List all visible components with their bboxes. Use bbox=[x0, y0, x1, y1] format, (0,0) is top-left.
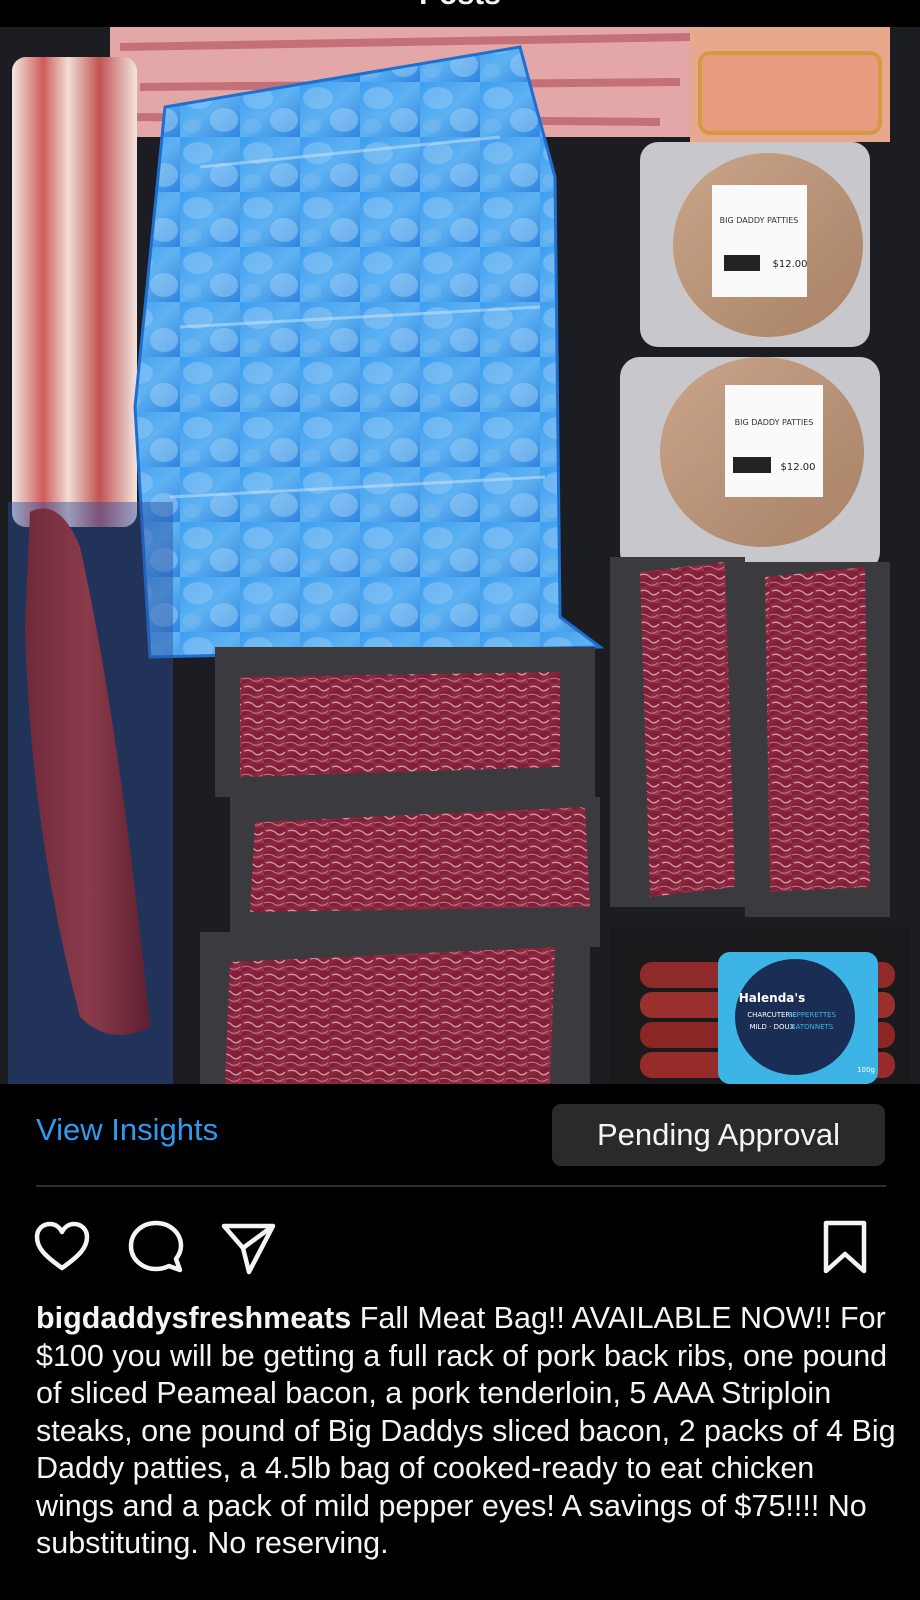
post-action-bar bbox=[0, 1210, 920, 1280]
pepperette-line4: BATONNETS bbox=[791, 1023, 834, 1031]
pepperette-package: Halenda's CHARCUTERIE MILD · DOUX PEPPER… bbox=[610, 927, 910, 1084]
post-caption: bigdaddysfreshmeats Fall Meat Bag!! AVAI… bbox=[36, 1300, 896, 1563]
patty-package: BIG DADDY PATTIES $12.00 bbox=[640, 142, 870, 347]
pending-approval-button[interactable]: Pending Approval bbox=[552, 1104, 885, 1166]
caption-text: Fall Meat Bag!! AVAILABLE NOW!! For $100… bbox=[36, 1301, 896, 1560]
divider bbox=[36, 1185, 886, 1187]
pepperette-line2: MILD · DOUX bbox=[750, 1023, 795, 1031]
pepperette-weight: 100g bbox=[857, 1066, 875, 1074]
patty-label-price: $12.00 bbox=[773, 259, 808, 270]
patty-label-brand: BIG DADDY PATTIES bbox=[735, 418, 814, 427]
post-photo[interactable]: BIG DADDY PATTIES $12.00 BIG DADDY PATTI… bbox=[0, 27, 920, 1084]
paper-plane-icon[interactable] bbox=[219, 1218, 277, 1276]
heart-icon[interactable] bbox=[33, 1218, 91, 1276]
patty-package: BIG DADDY PATTIES $12.00 bbox=[620, 357, 880, 572]
patty-label-brand: BIG DADDY PATTIES bbox=[720, 216, 799, 225]
pepperette-line3: PEPPERETTES bbox=[788, 1011, 837, 1019]
insights-row: View Insights Pending Approval bbox=[0, 1084, 920, 1185]
comment-icon[interactable] bbox=[126, 1218, 184, 1276]
patty-label-price: $12.00 bbox=[781, 462, 816, 473]
top-header: Posts bbox=[0, 0, 920, 27]
caption-username[interactable]: bigdaddysfreshmeats bbox=[36, 1301, 351, 1335]
pepperette-brand: Halenda's bbox=[739, 991, 805, 1005]
page-title: Posts bbox=[0, 0, 920, 12]
bookmark-icon[interactable] bbox=[816, 1218, 874, 1276]
view-insights-link[interactable]: View Insights bbox=[36, 1112, 218, 1148]
